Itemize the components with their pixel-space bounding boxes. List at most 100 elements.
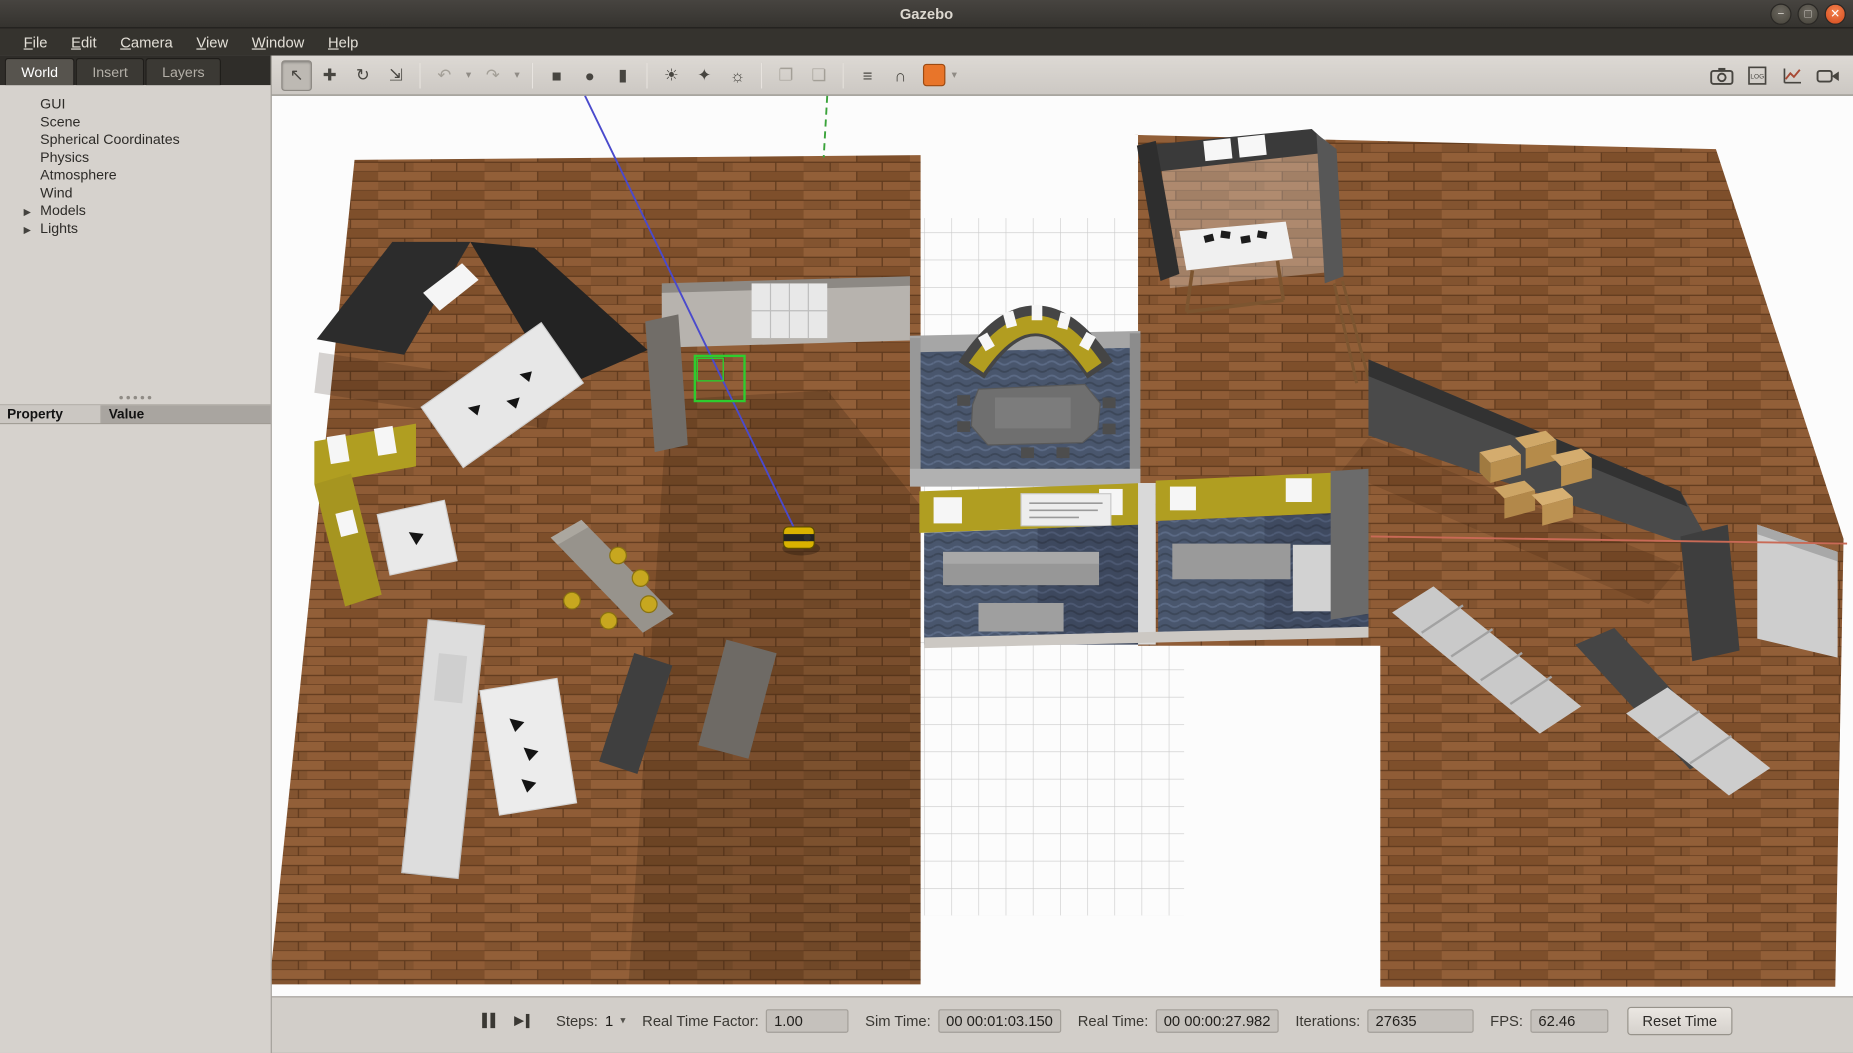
menu-camera[interactable]: Camera bbox=[108, 30, 184, 54]
panel-tabs: World Insert Layers bbox=[0, 56, 271, 86]
world-tree: GUI Scene Spherical Coordinates Physics … bbox=[0, 85, 271, 390]
menu-file[interactable]: File bbox=[12, 30, 59, 54]
tree-item-lights[interactable]: ▶ Lights bbox=[0, 220, 271, 238]
toolbar-separator bbox=[843, 62, 844, 88]
tree-item-label: Models bbox=[40, 202, 86, 219]
plot-button[interactable] bbox=[1777, 60, 1808, 91]
step-button[interactable]: ▶ bbox=[505, 1013, 540, 1028]
fps-label: FPS: bbox=[1490, 1012, 1523, 1029]
spot-light-button[interactable]: ✦ bbox=[689, 60, 720, 91]
redo-button[interactable]: ↷ bbox=[477, 60, 508, 91]
tree-item-spherical-coordinates[interactable]: Spherical Coordinates bbox=[0, 131, 271, 149]
steps-label: Steps: bbox=[556, 1012, 598, 1029]
translate-tool-button[interactable]: ✚ bbox=[314, 60, 345, 91]
undo-history-caret-icon[interactable]: ▾ bbox=[462, 60, 475, 91]
pause-button[interactable] bbox=[473, 1013, 505, 1028]
menu-edit[interactable]: Edit bbox=[59, 30, 108, 54]
steps-caret-icon[interactable]: ▾ bbox=[620, 1014, 625, 1027]
menubar: File Edit Camera View Window Help bbox=[0, 28, 1853, 55]
menu-window[interactable]: Window bbox=[240, 30, 316, 54]
toolbar-separator bbox=[761, 62, 762, 88]
minimize-button[interactable]: − bbox=[1770, 4, 1791, 25]
tab-layers[interactable]: Layers bbox=[146, 58, 222, 85]
panel-splitter[interactable] bbox=[0, 390, 271, 404]
steps-value[interactable]: 1 bbox=[605, 1012, 613, 1029]
view-angle-caret-icon[interactable]: ▾ bbox=[948, 60, 961, 91]
fps-field: 62.46 bbox=[1530, 1009, 1608, 1033]
iterations-field: 27635 bbox=[1367, 1009, 1473, 1033]
statusbar: ▶ Steps: 1 ▾ Real Time Factor: 1.00 Sim … bbox=[272, 996, 1853, 1053]
lounge-rooms bbox=[919, 469, 1368, 648]
tab-insert[interactable]: Insert bbox=[76, 58, 145, 85]
tree-item-gui[interactable]: GUI bbox=[0, 96, 271, 114]
expand-arrow-icon[interactable]: ▶ bbox=[24, 204, 31, 219]
menu-help[interactable]: Help bbox=[316, 30, 370, 54]
value-column-header[interactable]: Value bbox=[102, 405, 271, 423]
menu-view[interactable]: View bbox=[185, 30, 240, 54]
tree-item-physics[interactable]: Physics bbox=[0, 149, 271, 167]
log-icon: LOG bbox=[1747, 66, 1768, 85]
property-column-header[interactable]: Property bbox=[0, 405, 102, 423]
step-play-icon: ▶ bbox=[514, 1013, 524, 1028]
worktable-2 bbox=[377, 500, 457, 575]
property-table-header: Property Value bbox=[0, 404, 271, 424]
tree-item-wind[interactable]: Wind bbox=[0, 184, 271, 202]
robot[interactable] bbox=[782, 527, 820, 556]
property-table-body bbox=[0, 424, 271, 1053]
real-time-field: 00 00:00:27.982 bbox=[1155, 1009, 1278, 1033]
real-time-label: Real Time: bbox=[1078, 1012, 1149, 1029]
steps-group: Steps: 1 ▾ bbox=[556, 1012, 626, 1029]
point-light-button[interactable]: ☀ bbox=[656, 60, 687, 91]
toolbar-right-group: LOG bbox=[1706, 60, 1843, 91]
align-button[interactable]: ≡ bbox=[852, 60, 883, 91]
iterations-label: Iterations: bbox=[1295, 1012, 1360, 1029]
select-tool-button[interactable]: ↖ bbox=[281, 60, 312, 91]
real-time-factor-label: Real Time Factor: bbox=[642, 1012, 759, 1029]
fps-group: FPS: 62.46 bbox=[1490, 1009, 1608, 1033]
viewport-3d[interactable] bbox=[272, 96, 1853, 997]
toolbar-separator bbox=[532, 62, 533, 88]
snap-button[interactable]: ∩ bbox=[885, 60, 916, 91]
sim-time-field: 00 00:01:03.150 bbox=[938, 1009, 1061, 1033]
paste-button[interactable]: ❏ bbox=[804, 60, 835, 91]
video-camera-icon bbox=[1816, 66, 1840, 85]
camera-icon bbox=[1710, 66, 1734, 85]
real-time-factor-group: Real Time Factor: 1.00 bbox=[642, 1009, 848, 1033]
sim-time-group: Sim Time: 00 00:01:03.150 bbox=[865, 1009, 1061, 1033]
window-title: Gazebo bbox=[0, 5, 1853, 22]
svg-text:LOG: LOG bbox=[1750, 73, 1764, 80]
toolbar: ↖ ✚ ↻ ⇲ ↶ ▾ ↷ ▾ ■ ● ▮ ☀ ✦ ☼ ❐ ❏ bbox=[272, 56, 1853, 96]
titlebar[interactable]: Gazebo − □ ✕ bbox=[0, 0, 1853, 28]
tree-item-models[interactable]: ▶ Models bbox=[0, 202, 271, 220]
tab-world[interactable]: World bbox=[5, 58, 75, 85]
screenshot-camera-button[interactable] bbox=[1706, 60, 1737, 91]
scale-tool-button[interactable]: ⇲ bbox=[381, 60, 412, 91]
undo-button[interactable]: ↶ bbox=[429, 60, 460, 91]
view-angle-button[interactable] bbox=[923, 64, 945, 86]
sim-time-label: Sim Time: bbox=[865, 1012, 931, 1029]
tree-item-scene[interactable]: Scene bbox=[0, 113, 271, 131]
rotate-tool-button[interactable]: ↻ bbox=[347, 60, 378, 91]
copy-button[interactable]: ❐ bbox=[771, 60, 802, 91]
real-time-group: Real Time: 00 00:00:27.982 bbox=[1078, 1009, 1279, 1033]
world-panel: World Insert Layers GUI Scene Spherical … bbox=[0, 56, 272, 1053]
tree-item-label: Lights bbox=[40, 220, 78, 237]
insert-cylinder-button[interactable]: ▮ bbox=[607, 60, 638, 91]
directional-light-button[interactable]: ☼ bbox=[722, 60, 753, 91]
data-logger-button[interactable]: LOG bbox=[1742, 60, 1773, 91]
expand-arrow-icon[interactable]: ▶ bbox=[24, 222, 31, 237]
close-button[interactable]: ✕ bbox=[1825, 4, 1846, 25]
toolbar-separator bbox=[420, 62, 421, 88]
insert-box-button[interactable]: ■ bbox=[541, 60, 572, 91]
reset-time-button[interactable]: Reset Time bbox=[1627, 1006, 1732, 1034]
insert-sphere-button[interactable]: ● bbox=[574, 60, 605, 91]
gazebo-3d-scene[interactable] bbox=[272, 96, 1853, 997]
tree-item-atmosphere[interactable]: Atmosphere bbox=[0, 167, 271, 185]
record-video-button[interactable] bbox=[1813, 60, 1844, 91]
maximize-button[interactable]: □ bbox=[1797, 4, 1818, 25]
gazebo-window: Gazebo − □ ✕ File Edit Camera View Windo… bbox=[0, 0, 1853, 1053]
iterations-group: Iterations: 27635 bbox=[1295, 1009, 1473, 1033]
redo-history-caret-icon[interactable]: ▾ bbox=[511, 60, 524, 91]
plot-icon bbox=[1782, 66, 1803, 85]
real-time-factor-field: 1.00 bbox=[766, 1009, 849, 1033]
